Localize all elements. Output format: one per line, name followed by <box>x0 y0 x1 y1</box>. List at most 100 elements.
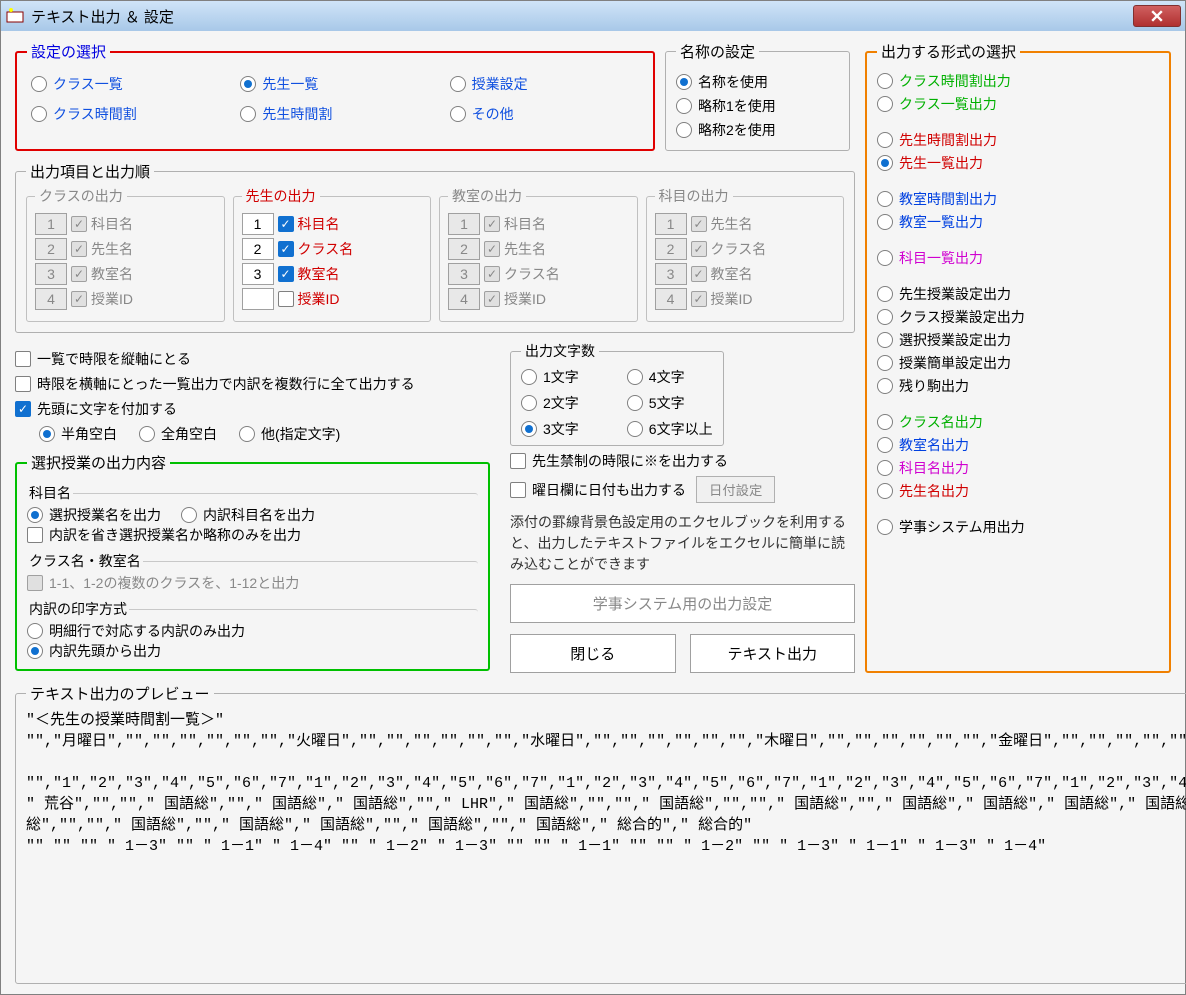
prefix-radio-0[interactable]: 半角空白 <box>39 424 117 444</box>
order-input-0-3 <box>35 288 67 310</box>
item-check-0-2 <box>71 266 87 282</box>
settings-radio-4[interactable]: 先生時間割 <box>240 104 429 124</box>
item-check-2-0 <box>484 216 500 232</box>
output-items-legend: 出力項目と出力順 <box>26 161 154 182</box>
format-radio-3-0[interactable]: 科目一覧出力 <box>877 248 1159 268</box>
item-check-3-3 <box>691 291 707 307</box>
subject-sub-group: 科目名 選択授業名を出力内訳科目名を出力 内訳を省き選択授業名か略称のみを出力 <box>27 483 478 547</box>
check-omit-detail[interactable]: 内訳を省き選択授業名か略称のみを出力 <box>27 525 478 545</box>
check-vertical-period[interactable]: 一覧で時限を縦軸にとる <box>15 349 490 369</box>
order-input-0-2 <box>35 263 67 285</box>
prefix-radio-2[interactable]: 他(指定文字) <box>239 424 340 444</box>
print-method-sub-group: 内訳の印字方式 明細行で対応する内訳のみ出力内訳先頭から出力 <box>27 599 478 663</box>
settings-select-group: 設定の選択 クラス一覧先生一覧 授業設定クラス時間割先生時間割 その他 <box>15 41 655 151</box>
order-input-1-2[interactable] <box>242 263 274 285</box>
charcount-radio-3[interactable]: 5文字 <box>627 393 713 413</box>
order-input-3-1 <box>655 238 687 260</box>
settings-radio-0[interactable]: クラス一覧 <box>31 74 220 94</box>
format-radio-0-0[interactable]: クラス時間割出力 <box>877 71 1159 91</box>
settings-radio-5[interactable]: その他 <box>450 104 639 124</box>
subject-radio-1[interactable]: 内訳科目名を出力 <box>181 505 315 525</box>
item-check-0-3 <box>71 291 87 307</box>
check-prefix-char[interactable]: 先頭に文字を付加する <box>15 399 490 419</box>
item-check-1-3[interactable] <box>278 291 294 307</box>
item-check-3-1 <box>691 241 707 257</box>
output-format-legend: 出力する形式の選択 <box>877 41 1020 62</box>
order-input-3-3 <box>655 288 687 310</box>
format-radio-0-1[interactable]: クラス一覧出力 <box>877 94 1159 114</box>
settings-radio-1[interactable]: 先生一覧 <box>240 74 429 94</box>
item-check-1-0[interactable] <box>278 216 294 232</box>
output-group-0: クラスの出力科目名先生名教室名授業ID <box>26 186 225 322</box>
selected-output-group: 選択授業の出力内容 科目名 選択授業名を出力内訳科目名を出力 内訳を省き選択授業… <box>15 452 490 671</box>
name-settings-group: 名称の設定 名称を使用略称1を使用略称2を使用 <box>665 41 850 151</box>
check-multi-line[interactable]: 時限を横軸にとった一覧出力で内訳を複数行に全て出力する <box>15 374 490 394</box>
text-output-button[interactable]: テキスト出力 <box>690 634 856 673</box>
format-radio-2-1[interactable]: 教室一覧出力 <box>877 212 1159 232</box>
order-input-2-0 <box>448 213 480 235</box>
note-text: 添付の罫線背景色設定用のエクセルブックを利用すると、出力したテキストファイルをエ… <box>510 512 855 575</box>
format-radio-1-1[interactable]: 先生一覧出力 <box>877 153 1159 173</box>
char-count-group: 出力文字数 1文字4文字2文字5文字3文字6文字以上 <box>510 341 724 446</box>
format-radio-4-3[interactable]: 授業簡単設定出力 <box>877 353 1159 373</box>
window-title: テキスト出力 ＆ 設定 <box>31 6 1133 27</box>
format-radio-5-2[interactable]: 科目名出力 <box>877 458 1159 478</box>
item-check-2-3 <box>484 291 500 307</box>
name-settings-legend: 名称の設定 <box>676 41 759 62</box>
format-radio-1-0[interactable]: 先生時間割出力 <box>877 130 1159 150</box>
school-system-button[interactable]: 学事システム用の出力設定 <box>510 584 855 623</box>
subject-radio-0[interactable]: 選択授業名を出力 <box>27 505 161 525</box>
item-check-1-2[interactable] <box>278 266 294 282</box>
charcount-radio-1[interactable]: 4文字 <box>627 367 713 387</box>
print-radio-1[interactable]: 内訳先頭から出力 <box>27 641 478 661</box>
order-input-1-3[interactable] <box>242 288 274 310</box>
item-check-1-1[interactable] <box>278 241 294 257</box>
output-format-group: 出力する形式の選択 クラス時間割出力クラス一覧出力先生時間割出力先生一覧出力教室… <box>865 41 1171 673</box>
item-check-2-1 <box>484 241 500 257</box>
format-radio-5-3[interactable]: 先生名出力 <box>877 481 1159 501</box>
charcount-radio-5[interactable]: 6文字以上 <box>627 419 713 439</box>
name-radio-2[interactable]: 略称2を使用 <box>676 120 839 140</box>
order-input-2-3 <box>448 288 480 310</box>
format-radio-4-1[interactable]: クラス授業設定出力 <box>877 307 1159 327</box>
item-check-3-2 <box>691 266 707 282</box>
name-radio-0[interactable]: 名称を使用 <box>676 72 839 92</box>
preview-group: テキスト出力のプレビュー "＜先生の授業時間割一覧＞" "","月曜日","",… <box>15 683 1186 984</box>
order-input-2-2 <box>448 263 480 285</box>
order-input-1-0[interactable] <box>242 213 274 235</box>
format-radio-4-0[interactable]: 先生授業設定出力 <box>877 284 1159 304</box>
settings-select-legend: 設定の選択 <box>27 41 110 62</box>
format-radio-6-0[interactable]: 学事システム用出力 <box>877 517 1159 537</box>
check-date-col[interactable]: 曜日欄に日付も出力する <box>510 480 686 500</box>
format-radio-4-4[interactable]: 残り駒出力 <box>877 376 1159 396</box>
prefix-radio-1[interactable]: 全角空白 <box>139 424 217 444</box>
check-prohibit[interactable]: 先生禁制の時限に※を出力する <box>510 451 855 471</box>
order-input-1-1[interactable] <box>242 238 274 260</box>
close-button[interactable] <box>1133 5 1181 27</box>
print-radio-0[interactable]: 明細行で対応する内訳のみ出力 <box>27 621 478 641</box>
item-check-2-2 <box>484 266 500 282</box>
date-settings-button[interactable]: 日付設定 <box>696 476 775 503</box>
format-radio-4-2[interactable]: 選択授業設定出力 <box>877 330 1159 350</box>
format-radio-5-1[interactable]: 教室名出力 <box>877 435 1159 455</box>
charcount-radio-0[interactable]: 1文字 <box>521 367 607 387</box>
settings-radio-2[interactable]: 授業設定 <box>450 74 639 94</box>
classroom-sub-group: クラス名・教室名 1-1、1-2の複数のクラスを、1-12と出力 <box>27 551 478 595</box>
output-group-1: 先生の出力科目名クラス名教室名授業ID <box>233 186 432 322</box>
close-dialog-button[interactable]: 閉じる <box>510 634 676 673</box>
charcount-radio-2[interactable]: 2文字 <box>521 393 607 413</box>
item-check-0-1 <box>71 241 87 257</box>
output-items-group: 出力項目と出力順 クラスの出力科目名先生名教室名授業ID先生の出力科目名クラス名… <box>15 161 855 333</box>
format-radio-2-0[interactable]: 教室時間割出力 <box>877 189 1159 209</box>
charcount-radio-4[interactable]: 3文字 <box>521 419 607 439</box>
name-radio-1[interactable]: 略称1を使用 <box>676 96 839 116</box>
settings-radio-3[interactable]: クラス時間割 <box>31 104 220 124</box>
order-input-3-0 <box>655 213 687 235</box>
order-input-2-1 <box>448 238 480 260</box>
check-multi-class: 1-1、1-2の複数のクラスを、1-12と出力 <box>27 573 478 593</box>
window-icon <box>5 6 25 26</box>
format-radio-5-0[interactable]: クラス名出力 <box>877 412 1159 432</box>
item-check-3-0 <box>691 216 707 232</box>
preview-text[interactable]: "＜先生の授業時間割一覧＞" "","月曜日","","","","","","… <box>26 710 1186 890</box>
item-check-0-0 <box>71 216 87 232</box>
